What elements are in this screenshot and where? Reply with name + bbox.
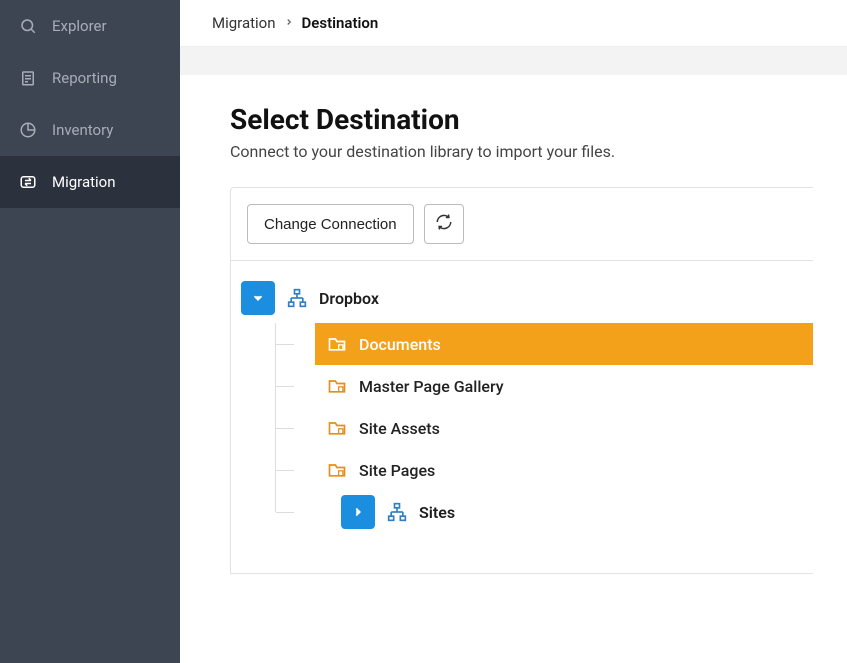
search-icon (18, 16, 38, 36)
tree-node[interactable]: Sites (249, 491, 813, 533)
tree-node-site-assets[interactable]: Site Assets (315, 407, 813, 449)
tree-node[interactable]: Documents (249, 323, 813, 365)
tree-indent (275, 365, 315, 407)
breadcrumb-item-current: Destination (302, 14, 379, 32)
tree-indent (275, 323, 315, 365)
breadcrumb: Migration Destination (180, 0, 847, 47)
tree-node-label: Site Assets (359, 419, 440, 438)
sidebar: Explorer Reporting Inventory Migration (0, 0, 180, 663)
chevron-right-icon (284, 16, 294, 30)
content-gap (180, 47, 847, 75)
folder-icon (325, 375, 349, 397)
sidebar-item-inventory[interactable]: Inventory (0, 104, 180, 156)
tree-node[interactable]: Site Pages (249, 449, 813, 491)
tree-toggle-expand[interactable] (341, 495, 375, 529)
tree-indent (275, 491, 315, 533)
main: Migration Destination Select Destination… (180, 0, 847, 663)
sidebar-item-label: Inventory (52, 121, 113, 139)
destination-card: Select Destination Connect to your desti… (196, 75, 847, 663)
sidebar-item-reporting[interactable]: Reporting (0, 52, 180, 104)
tree-indent (275, 407, 315, 449)
tree-node[interactable]: Site Assets (249, 407, 813, 449)
folder-icon (325, 459, 349, 481)
tree-node-label: Documents (359, 335, 441, 354)
sitemap-icon (385, 501, 409, 523)
tree-children: Documents Master Page Gallery (231, 323, 813, 533)
pie-chart-icon (18, 120, 38, 140)
sidebar-item-migration[interactable]: Migration (0, 156, 180, 208)
tree-toggle-collapse[interactable] (241, 281, 275, 315)
refresh-icon (435, 213, 453, 235)
folder-icon (325, 417, 349, 439)
tree-node-site-pages[interactable]: Site Pages (315, 449, 813, 491)
sidebar-item-label: Migration (52, 173, 116, 191)
tree-node-label: Master Page Gallery (359, 377, 504, 396)
folder-icon (325, 333, 349, 355)
refresh-button[interactable] (424, 204, 464, 244)
tree-node-label: Sites (419, 503, 455, 522)
sitemap-icon (285, 287, 309, 309)
sidebar-item-label: Reporting (52, 69, 117, 87)
change-connection-button[interactable]: Change Connection (247, 204, 414, 244)
breadcrumb-item[interactable]: Migration (212, 14, 276, 32)
tree-node-root[interactable]: Dropbox (231, 273, 813, 323)
tree-node-label: Site Pages (359, 461, 435, 480)
page-subtitle: Connect to your destination library to i… (230, 142, 813, 161)
tree-node[interactable]: Master Page Gallery (249, 365, 813, 407)
tree-indent (275, 449, 315, 491)
sidebar-item-explorer[interactable]: Explorer (0, 0, 180, 52)
sidebar-item-label: Explorer (52, 17, 107, 35)
destination-tree: Dropbox Documents (230, 261, 813, 574)
page-title: Select Destination (230, 103, 813, 136)
clipboard-icon (18, 68, 38, 88)
swap-icon (18, 172, 38, 192)
tree-node-label: Dropbox (319, 289, 379, 308)
tree-node-master-page-gallery[interactable]: Master Page Gallery (315, 365, 813, 407)
toolbar: Change Connection (230, 187, 813, 261)
tree-node-documents[interactable]: Documents (315, 323, 813, 365)
